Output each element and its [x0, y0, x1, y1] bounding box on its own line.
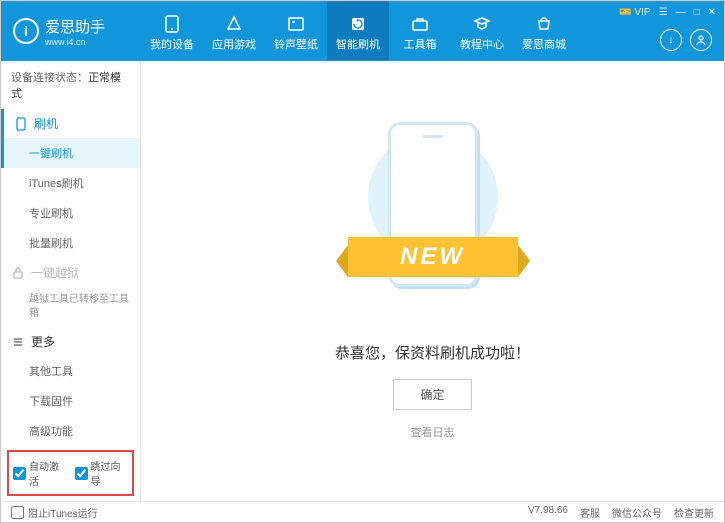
sidebar-item-pro-flash[interactable]: 专业刷机 [1, 198, 140, 228]
jailbreak-note: 越狱工具已转移至工具箱 [1, 287, 140, 327]
tab-label: 工具箱 [404, 36, 437, 52]
checkbox-label: 阻止iTunes运行 [28, 505, 98, 520]
sidebar-item-batch-flash[interactable]: 批量刷机 [1, 228, 140, 258]
menu-icon[interactable]: ☰ [659, 7, 668, 18]
brand-name: 爱思助手 [45, 16, 105, 37]
close-icon[interactable]: ✕ [708, 7, 716, 18]
section-title: 更多 [31, 333, 55, 350]
download-icon[interactable]: ↓ [660, 29, 682, 51]
titlebar-controls: 🎫 VIP ☰ — □ ✕ [619, 7, 716, 18]
footer: 阻止iTunes运行 V7.98.66 客服 微信公众号 检查更新 [1, 501, 724, 523]
section-title: 一键越狱 [31, 264, 79, 281]
success-message: 恭喜您，保资料刷机成功啦！ [335, 342, 530, 363]
tab-label: 教程中心 [460, 36, 504, 52]
more-icon [11, 335, 25, 349]
sidebar: 设备连接状态：正常模式 刷机 一键刷机 iTunes刷机 专业刷机 批量刷机 一… [1, 61, 141, 501]
content-area: NEW 恭喜您，保资料刷机成功啦！ 确定 查看日志 [141, 61, 724, 501]
version-text: V7.98.66 [528, 505, 568, 520]
tab-apps-games[interactable]: 应用游戏 [203, 1, 265, 61]
tab-my-device[interactable]: 我的设备 [141, 1, 203, 61]
section-jailbreak[interactable]: 一键越狱 [1, 258, 140, 287]
flash-icon [348, 15, 368, 33]
user-icon[interactable] [690, 29, 712, 51]
section-more[interactable]: 更多 [1, 327, 140, 356]
tab-toolbox[interactable]: 工具箱 [389, 1, 451, 61]
nav-tabs: 我的设备 应用游戏 铃声壁纸 智能刷机 工具箱 教程中心 爱思商城 [141, 1, 575, 61]
sidebar-item-other-tools[interactable]: 其他工具 [1, 356, 140, 386]
checkbox-skip-setup[interactable]: 跳过向导 [75, 458, 129, 488]
checkbox-block-itunes[interactable]: 阻止iTunes运行 [11, 505, 98, 520]
header-circle-buttons: ↓ [660, 29, 712, 51]
app-header: i 爱思助手 www.i4.cn 我的设备 应用游戏 铃声壁纸 智能刷机 工具箱… [1, 1, 724, 61]
section-flash[interactable]: 刷机 [1, 109, 140, 138]
checkbox-input[interactable] [75, 467, 88, 480]
update-link[interactable]: 检查更新 [674, 505, 714, 520]
options-box: 自动激活 跳过向导 [7, 450, 134, 496]
tab-ringtones[interactable]: 铃声壁纸 [265, 1, 327, 61]
minimize-icon[interactable]: — [676, 7, 686, 18]
tab-tutorials[interactable]: 教程中心 [451, 1, 513, 61]
brand-url: www.i4.cn [45, 37, 105, 47]
logo-icon: i [13, 18, 39, 44]
ok-button[interactable]: 确定 [393, 379, 471, 410]
main-area: 设备连接状态：正常模式 刷机 一键刷机 iTunes刷机 专业刷机 批量刷机 一… [1, 61, 724, 501]
footer-right: V7.98.66 客服 微信公众号 检查更新 [528, 505, 714, 520]
lock-icon [11, 266, 25, 280]
apps-icon [224, 15, 244, 33]
logo-area: i 爱思助手 www.i4.cn [1, 16, 141, 47]
toolbox-icon [410, 15, 430, 33]
phone-icon [162, 15, 182, 33]
section-title: 刷机 [34, 115, 58, 132]
status-label: 设备连接状态： [11, 72, 88, 84]
sidebar-item-itunes-flash[interactable]: iTunes刷机 [1, 168, 140, 198]
tab-label: 应用游戏 [212, 36, 256, 52]
success-illustration: NEW [358, 122, 508, 322]
support-link[interactable]: 客服 [580, 505, 600, 520]
vip-badge[interactable]: 🎫 VIP [619, 7, 650, 18]
sidebar-item-download-fw[interactable]: 下载固件 [1, 386, 140, 416]
tab-label: 智能刷机 [336, 36, 380, 52]
checkbox-label: 自动激活 [29, 458, 67, 488]
sidebar-item-oneclick-flash[interactable]: 一键刷机 [1, 138, 140, 168]
wallpaper-icon [286, 15, 306, 33]
checkbox-label: 跳过向导 [91, 458, 129, 488]
tab-label: 铃声壁纸 [274, 36, 318, 52]
wechat-link[interactable]: 微信公众号 [612, 505, 662, 520]
checkbox-input[interactable] [11, 506, 24, 519]
maximize-icon[interactable]: □ [694, 7, 700, 18]
tab-label: 我的设备 [150, 36, 194, 52]
phone-small-icon [14, 117, 28, 131]
view-log-link[interactable]: 查看日志 [411, 424, 455, 440]
tutorial-icon [472, 15, 492, 33]
checkbox-input[interactable] [13, 467, 26, 480]
checkbox-auto-activate[interactable]: 自动激活 [13, 458, 67, 488]
sidebar-item-advanced[interactable]: 高级功能 [1, 416, 140, 446]
tab-store[interactable]: 爱思商城 [513, 1, 575, 61]
store-icon [534, 15, 554, 33]
tab-label: 爱思商城 [522, 36, 566, 52]
tab-smart-flash[interactable]: 智能刷机 [327, 1, 389, 61]
connection-status: 设备连接状态：正常模式 [1, 61, 140, 109]
footer-left: 阻止iTunes运行 [11, 505, 98, 520]
new-banner: NEW [348, 237, 518, 277]
